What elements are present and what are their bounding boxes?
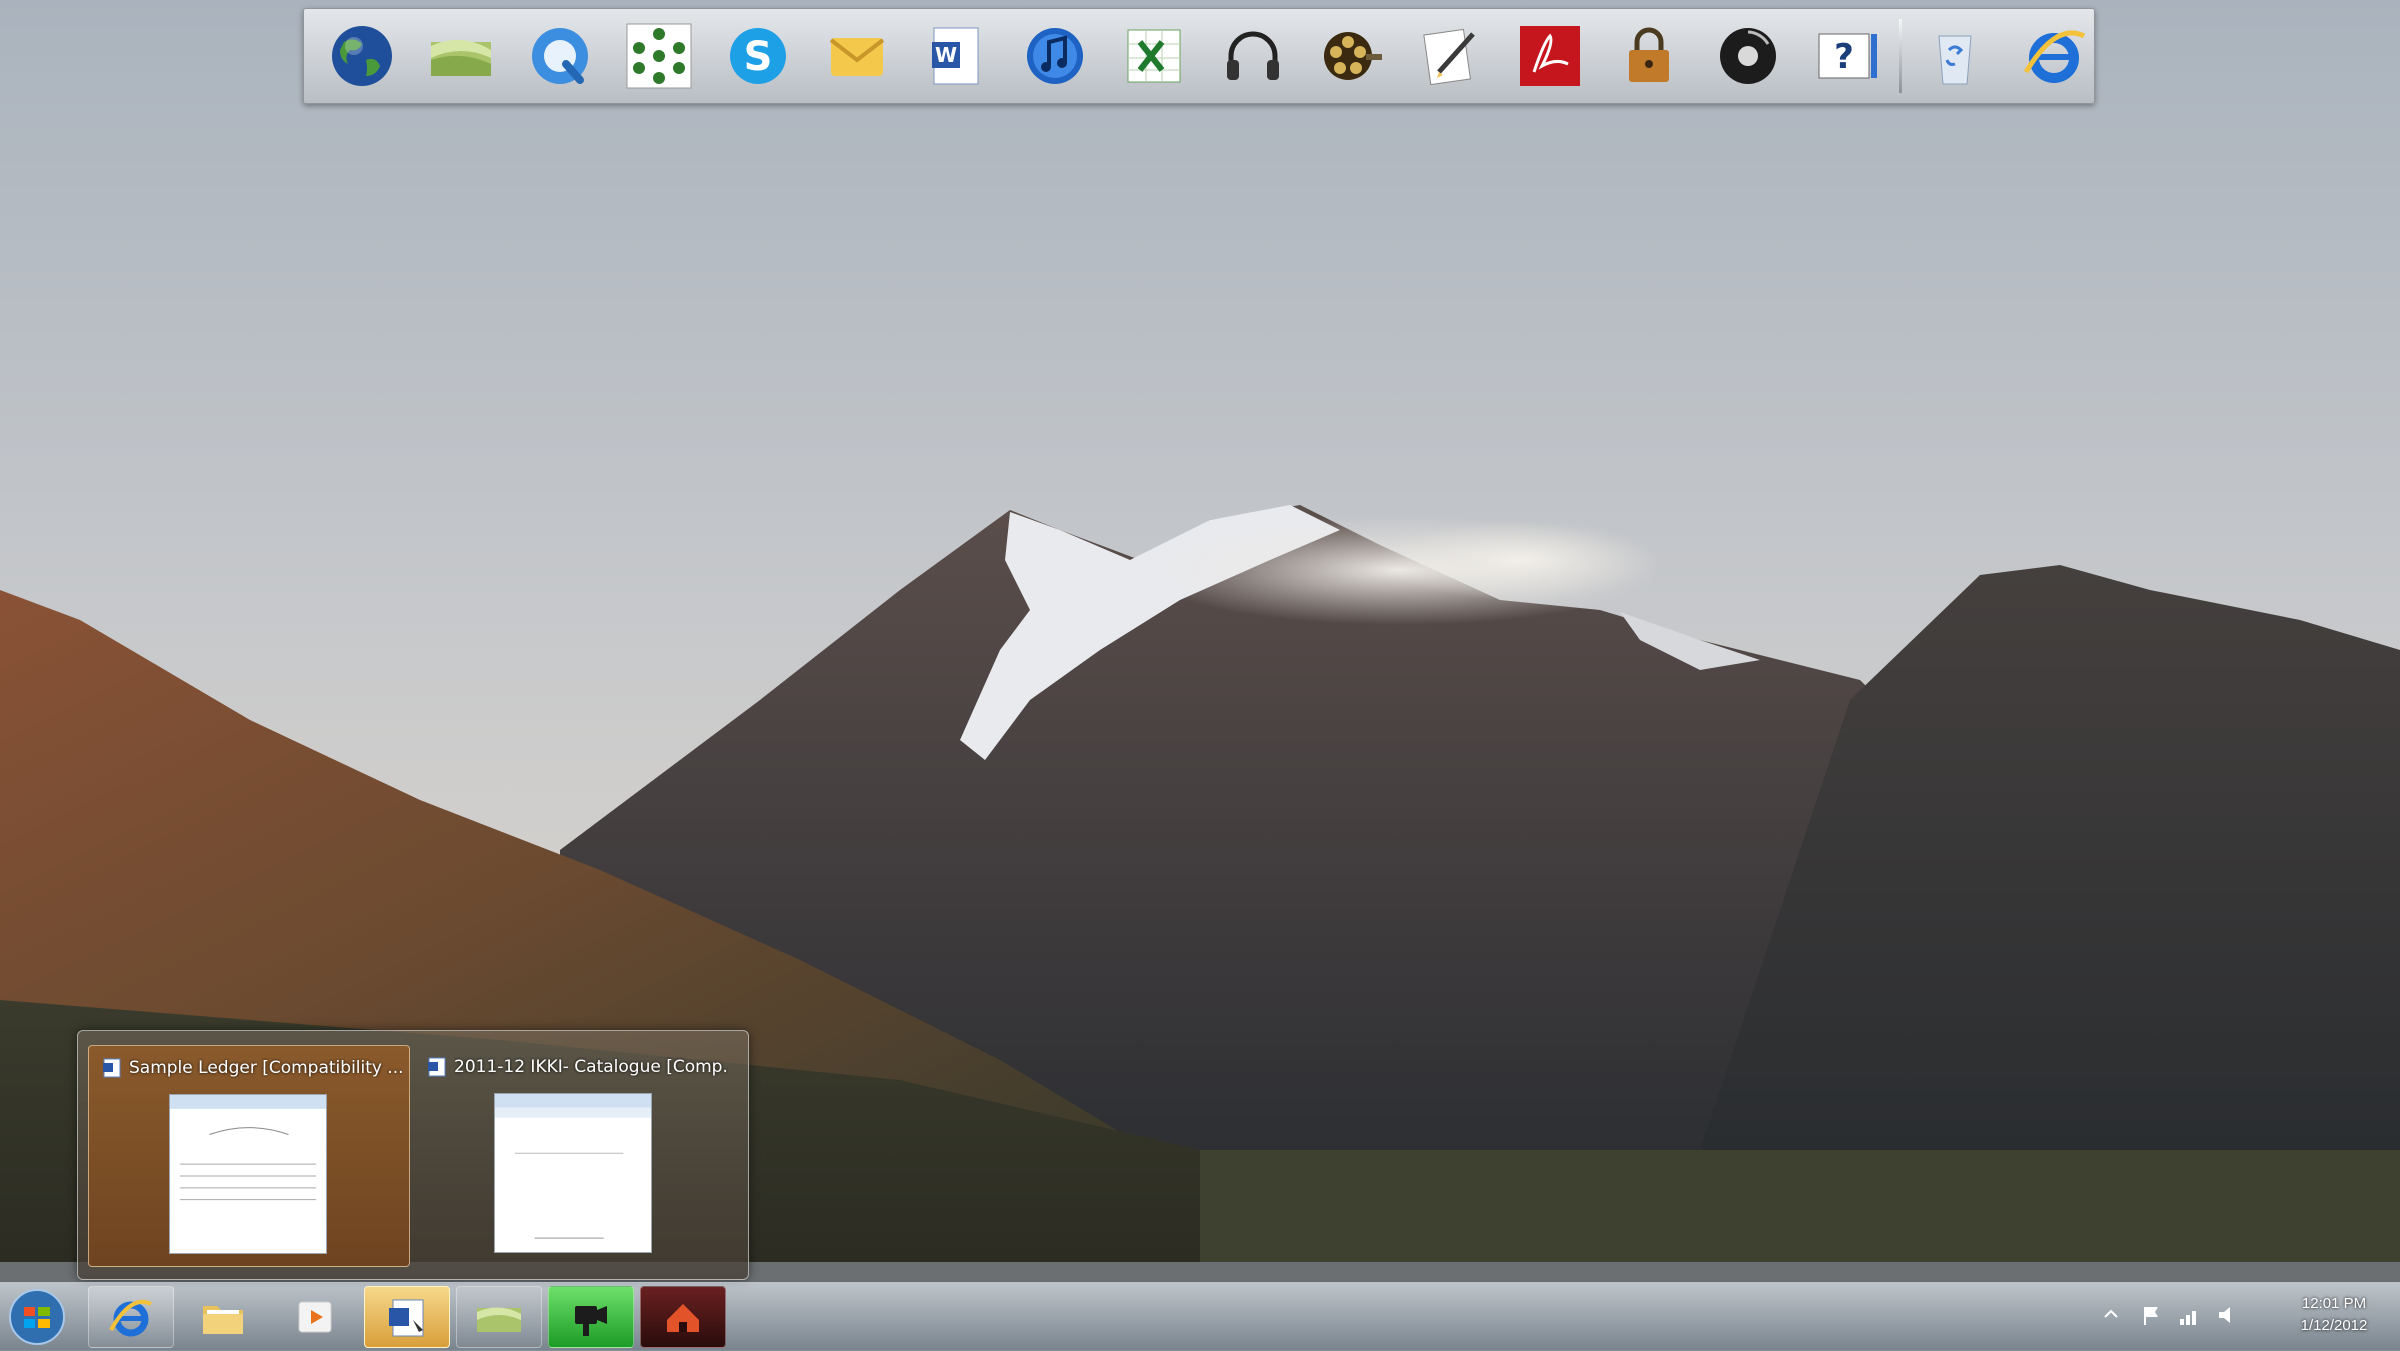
svg-text:S: S xyxy=(743,34,772,80)
notes-pen-icon[interactable] xyxy=(1401,16,1500,96)
padlock-icon[interactable] xyxy=(1599,16,1698,96)
svg-text:?: ? xyxy=(1834,37,1854,77)
film-reel-icon[interactable] xyxy=(1302,16,1401,96)
itunes-icon[interactable] xyxy=(1005,16,1104,96)
recycle-bin-icon[interactable] xyxy=(1905,16,2004,96)
camtasia-recorder-taskbar-icon[interactable] xyxy=(548,1286,634,1348)
taskbar-thumbnail-popup: Sample Ledger [Compatibility ... 2011-12… xyxy=(77,1030,749,1280)
folder-taskbar-icon[interactable] xyxy=(180,1286,266,1348)
green-folder-taskbar-icon[interactable] xyxy=(456,1286,542,1348)
help-icon[interactable]: ? xyxy=(1797,16,1896,96)
thumbnail-title: 2011-12 IKKI- Catalogue [Comp... xyxy=(428,1055,728,1079)
word-document-icon xyxy=(428,1057,446,1077)
skype-icon[interactable]: S xyxy=(708,16,807,96)
media-player-taskbar-icon[interactable] xyxy=(272,1286,358,1348)
word-document-icon xyxy=(103,1058,121,1078)
network-signal-icon[interactable] xyxy=(2178,1303,2200,1327)
show-hidden-icons-chevron-icon[interactable] xyxy=(2100,1303,2122,1327)
action-center-flag-icon[interactable] xyxy=(2140,1303,2162,1327)
thumbnail-title: Sample Ledger [Compatibility ... xyxy=(103,1056,403,1080)
windows-start-button[interactable] xyxy=(4,1287,70,1347)
clock-date: 1/12/2012 xyxy=(2300,1317,2368,1334)
system-tray: 12:01 PM 1/12/2012 xyxy=(2070,1283,2400,1351)
home-app-taskbar-icon[interactable] xyxy=(640,1286,726,1348)
document-preview xyxy=(494,1093,652,1253)
word-taskbar-icon[interactable] xyxy=(364,1286,450,1348)
taskbar: 12:01 PM 1/12/2012 xyxy=(0,1282,2400,1351)
window-thumbnail-sample-ledger[interactable]: Sample Ledger [Compatibility ... xyxy=(88,1045,410,1267)
media-disc-icon[interactable] xyxy=(1698,16,1797,96)
adobe-reader-icon[interactable] xyxy=(1500,16,1599,96)
network-graph-icon[interactable] xyxy=(609,16,708,96)
quicktime-icon[interactable] xyxy=(510,16,609,96)
dock-separator xyxy=(1899,19,1902,93)
window-thumbnail-catalogue[interactable]: 2011-12 IKKI- Catalogue [Comp... xyxy=(414,1045,736,1267)
mail-envelope-icon[interactable] xyxy=(807,16,906,96)
volume-speaker-icon[interactable] xyxy=(2216,1303,2238,1327)
internet-explorer-taskbar-icon[interactable] xyxy=(88,1286,174,1348)
globe-icon[interactable] xyxy=(312,16,411,96)
green-folder-icon[interactable] xyxy=(411,16,510,96)
internet-explorer-icon[interactable] xyxy=(2004,16,2103,96)
excel-spreadsheet-icon[interactable] xyxy=(1104,16,1203,96)
word-document-icon[interactable]: W xyxy=(906,16,1005,96)
document-preview xyxy=(169,1094,327,1254)
taskbar-clock[interactable]: 12:01 PM 1/12/2012 xyxy=(2284,1293,2384,1337)
svg-text:W: W xyxy=(934,43,956,67)
headphones-icon[interactable] xyxy=(1203,16,1302,96)
application-dock: S W ? xyxy=(303,8,2095,104)
clock-time: 12:01 PM xyxy=(2301,1295,2367,1312)
